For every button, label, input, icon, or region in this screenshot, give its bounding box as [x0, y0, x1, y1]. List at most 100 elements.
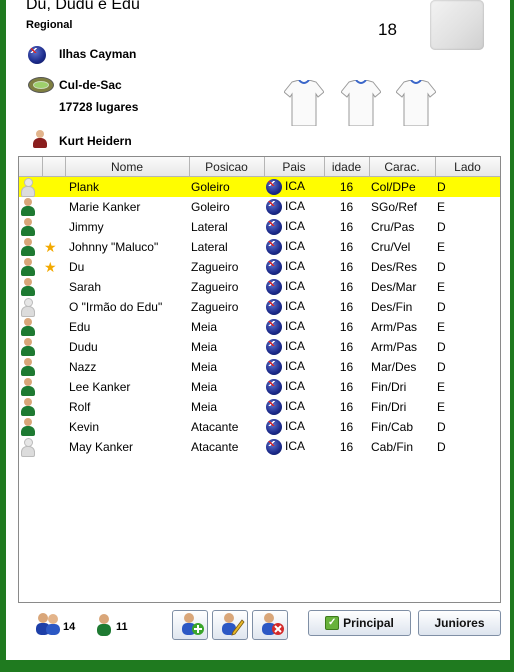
column-header-star[interactable]: [42, 157, 66, 177]
player-position: Meia: [191, 360, 218, 374]
player-side: D: [437, 440, 446, 454]
player-green-icon: [21, 258, 35, 276]
player-name: Johnny "Maluco": [69, 240, 159, 254]
table-row[interactable]: Nazz Meia ICA 16 Mar/Des D: [19, 357, 500, 377]
table-row[interactable]: Dudu Meia ICA 16 Arm/Pas D: [19, 337, 500, 357]
player-name: Kevin: [69, 420, 100, 434]
player-green-icon: [21, 218, 35, 236]
player-name: Plank: [65, 176, 189, 197]
country-flag-icon: [266, 399, 282, 415]
table-row[interactable]: Jimmy Lateral ICA 16 Cru/Pas D: [19, 217, 500, 237]
player-traits: Cru/Vel: [371, 240, 411, 254]
player-name: Jimmy: [69, 220, 104, 234]
player-country: ICA: [264, 257, 324, 277]
remove-player-button[interactable]: [252, 610, 288, 640]
third-shirt-icon[interactable]: [396, 80, 436, 126]
column-header-pais[interactable]: Pais: [264, 157, 325, 177]
column-header-posicao[interactable]: Posicao: [189, 157, 265, 177]
stadium-name: Cul-de-Sac: [59, 78, 122, 92]
player-side: E: [437, 380, 446, 394]
team-badge[interactable]: [430, 0, 484, 50]
player-side: E: [437, 320, 446, 334]
table-row[interactable]: Lee Kanker Meia ICA 16 Fin/Dri E: [19, 377, 500, 397]
edit-user-icon: [222, 613, 245, 636]
player-name: Edu: [69, 320, 91, 334]
player-country: ICA: [264, 197, 324, 217]
country-name: Ilhas Cayman: [59, 47, 137, 61]
country-flag-icon: [266, 219, 282, 235]
player-country-code: ICA: [285, 439, 306, 454]
player-age: 16: [339, 360, 354, 374]
team-number: 18: [378, 20, 397, 39]
table-row[interactable]: Plank Goleiro ICA 16 Col/DPe D: [19, 176, 500, 197]
player-country-code: ICA: [285, 199, 306, 214]
table-row[interactable]: ★ Johnny "Maluco" Lateral ICA 16 Cru/Vel E: [19, 237, 500, 257]
player-icon-cell: [19, 397, 42, 417]
players-table[interactable]: Nome Posicao Pais idade Carac. Lado Plan…: [18, 156, 501, 603]
table-row[interactable]: Edu Meia ICA 16 Arm/Pas E: [19, 317, 500, 337]
player-country: ICA: [264, 237, 324, 257]
player-position: Atacante: [191, 420, 239, 434]
player-icon-cell: [19, 217, 42, 237]
column-header-icon[interactable]: [19, 157, 43, 177]
player-age: 16: [324, 176, 369, 197]
stadium-capacity: 17728 lugares: [59, 100, 139, 114]
player-name: Sarah: [69, 280, 102, 294]
table-row[interactable]: ★ Du Zagueiro ICA 16 Des/Res D: [19, 257, 500, 277]
juniores-label: Juniores: [434, 616, 485, 630]
player-icon-cell: [19, 257, 42, 277]
player-side: D: [437, 360, 446, 374]
country-flag-icon: [266, 379, 282, 395]
player-age: 16: [339, 220, 354, 234]
home-shirt-icon[interactable]: [284, 80, 324, 126]
player-gray-icon: [21, 178, 35, 197]
star-cell: [42, 317, 65, 337]
table-row[interactable]: Sarah Zagueiro ICA 16 Des/Mar E: [19, 277, 500, 297]
column-header-lado[interactable]: Lado: [435, 157, 500, 177]
player-country-code: ICA: [285, 179, 306, 194]
principal-button[interactable]: ✓ Principal: [308, 610, 411, 636]
table-row[interactable]: Marie Kanker Goleiro ICA 16 SGo/Ref E: [19, 197, 500, 217]
player-country-code: ICA: [285, 419, 306, 434]
country-flag-icon: [266, 419, 282, 435]
player-age: 16: [339, 440, 354, 454]
player-side: E: [437, 240, 446, 254]
player-icon-cell: [19, 337, 42, 357]
player-age: 16: [339, 320, 354, 334]
player-position: Goleiro: [189, 176, 264, 197]
player-traits: Des/Mar: [371, 280, 417, 294]
player-name: Du: [69, 260, 85, 274]
table-row[interactable]: Rolf Meia ICA 16 Fin/Dri E: [19, 397, 500, 417]
team-level: Regional: [26, 19, 73, 31]
player-side: D: [435, 176, 500, 197]
add-player-button[interactable]: [172, 610, 208, 640]
player-gray-icon: [21, 298, 35, 317]
table-row[interactable]: O "Irmão do Edu" Zagueiro ICA 16 Des/Fin D: [19, 297, 500, 317]
player-green-icon: [21, 378, 35, 396]
star-cell: [42, 217, 65, 237]
player-side: E: [437, 280, 446, 294]
player-position: Atacante: [191, 440, 239, 454]
juniores-button[interactable]: Juniores: [418, 610, 501, 636]
player-position: Zagueiro: [191, 300, 239, 314]
table-row[interactable]: Kevin Atacante ICA 16 Fin/Cab D: [19, 417, 500, 437]
team-name: Du, Dudu e Edu: [26, 0, 140, 13]
away-shirt-icon[interactable]: [341, 80, 381, 126]
player-traits: Fin/Dri: [371, 400, 407, 414]
edit-player-button[interactable]: [212, 610, 248, 640]
column-header-nome[interactable]: Nome: [65, 157, 190, 177]
country-flag-icon: [266, 339, 282, 355]
player-name: Lee Kanker: [69, 380, 131, 394]
table-row[interactable]: May Kanker Atacante ICA 16 Cab/Fin D: [19, 437, 500, 457]
principal-label: Principal: [343, 616, 394, 630]
country-flag-icon: [266, 259, 282, 275]
player-icon-cell: [19, 197, 42, 217]
player-name: O "Irmão do Edu": [69, 300, 163, 314]
player-position: Meia: [191, 400, 218, 414]
player-icon-cell: [19, 297, 42, 317]
country-flag-icon: [266, 279, 282, 295]
team-panel: Du, Dudu e Edu Regional 18 Ilhas Cayman …: [6, 0, 510, 660]
column-header-idade[interactable]: idade: [324, 157, 370, 177]
column-header-carac[interactable]: Carac.: [369, 157, 436, 177]
player-position: Lateral: [191, 240, 228, 254]
